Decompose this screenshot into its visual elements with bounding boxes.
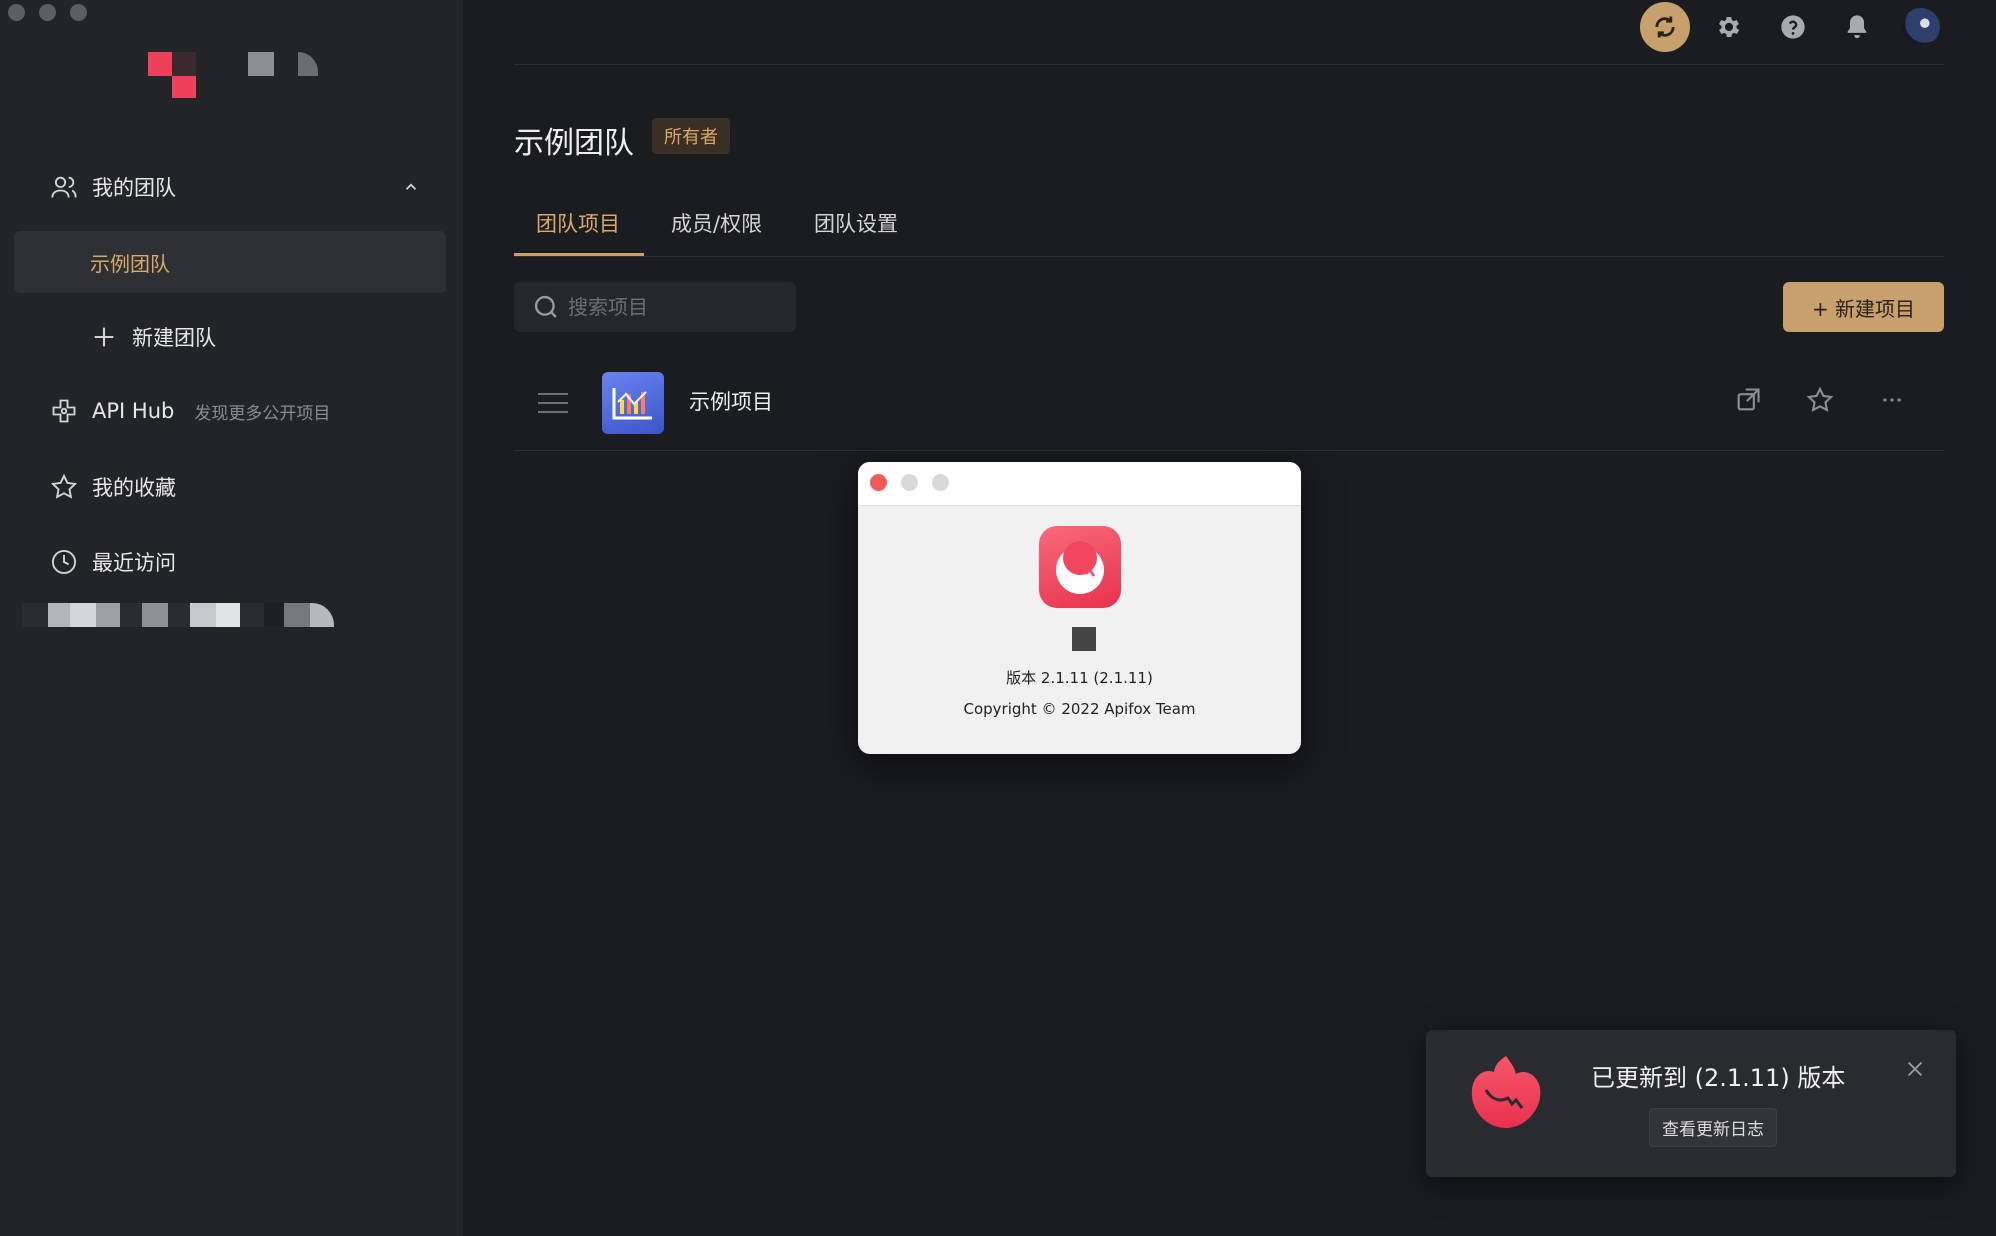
app-icon — [1039, 526, 1121, 608]
users-icon — [51, 176, 77, 198]
sync-button[interactable] — [1640, 2, 1690, 52]
sidebar-item-my-team[interactable]: 我的团队 — [50, 172, 176, 202]
sidebar-item-example-team[interactable]: 示例团队 — [14, 231, 446, 293]
view-changelog-button[interactable]: 查看更新日志 — [1649, 1108, 1777, 1147]
search-icon — [534, 295, 557, 318]
new-team-label: 新建团队 — [132, 326, 216, 350]
minimize-window-button[interactable] — [39, 4, 56, 21]
plus-icon — [94, 327, 114, 347]
sidebar-item-api-hub[interactable]: API Hub 发现更多公开项目 — [50, 397, 330, 425]
apifox-logo-icon — [1471, 1056, 1541, 1128]
maximize-dialog-button — [932, 474, 949, 491]
close-icon[interactable] — [1904, 1058, 1926, 1080]
active-tab-indicator — [514, 253, 644, 256]
about-dialog: 版本 2.1.11 (2.1.11) Copyright © 2022 Apif… — [858, 462, 1301, 754]
sidebar-item-label: 我的收藏 — [92, 476, 176, 500]
redacted-app-name — [1072, 627, 1096, 651]
project-search — [514, 282, 796, 332]
team-tabs: 团队项目 成员/权限 团队设置 — [514, 202, 1944, 257]
settings-button[interactable] — [1704, 2, 1754, 52]
api-hub-icon — [52, 399, 76, 423]
project-icon — [602, 372, 664, 434]
notifications-button[interactable] — [1832, 2, 1882, 52]
open-external-icon[interactable] — [1734, 386, 1762, 414]
sidebar: 我的团队 示例团队 新建团队 API Hub 发现更多公开项目 我的收藏 最近访… — [0, 0, 463, 1236]
sidebar-item-label: 我的团队 — [92, 176, 176, 200]
sidebar-item-favorites[interactable]: 我的收藏 — [50, 472, 176, 502]
avatar[interactable] — [1902, 8, 1940, 46]
page-title: 示例团队 — [514, 126, 634, 161]
more-icon[interactable] — [1878, 386, 1906, 414]
recent-item-redacted[interactable] — [22, 603, 334, 627]
sidebar-item-label: 示例团队 — [90, 252, 170, 276]
clock-icon — [51, 549, 77, 575]
sync-icon — [1655, 16, 1675, 38]
new-project-button[interactable]: + 新建项目 — [1783, 282, 1944, 332]
version-text: 版本 2.1.11 (2.1.11) — [1006, 669, 1153, 687]
project-name[interactable]: 示例项目 — [689, 386, 773, 416]
tab-team-settings[interactable]: 团队设置 — [814, 208, 898, 238]
help-button[interactable] — [1768, 2, 1818, 52]
new-team-button[interactable]: 新建团队 — [90, 322, 216, 352]
minimize-dialog-button — [901, 474, 918, 491]
question-icon — [1781, 15, 1805, 39]
bell-icon — [1847, 15, 1867, 39]
update-title: 已更新到 (2.1.11) 版本 — [1591, 1064, 1846, 1092]
owner-badge: 所有者 — [652, 118, 730, 154]
gear-icon — [1718, 16, 1740, 38]
sidebar-item-label: API Hub — [92, 399, 175, 423]
app-logo — [148, 52, 318, 98]
copyright-text: Copyright © 2022 Apifox Team — [963, 700, 1196, 718]
top-toolbar — [1640, 2, 1946, 52]
search-input[interactable] — [566, 294, 770, 320]
update-notification: 已更新到 (2.1.11) 版本 查看更新日志 — [1426, 1030, 1956, 1177]
header-divider — [514, 64, 1944, 65]
project-row[interactable]: 示例项目 — [514, 364, 1944, 451]
tab-team-projects[interactable]: 团队项目 — [536, 208, 620, 238]
star-icon — [50, 473, 78, 499]
tab-members[interactable]: 成员/权限 — [671, 208, 762, 238]
star-icon[interactable] — [1806, 386, 1834, 414]
maximize-window-button[interactable] — [70, 4, 87, 21]
drag-handle-icon[interactable] — [538, 393, 568, 420]
sidebar-item-label: 最近访问 — [92, 551, 176, 575]
close-window-button[interactable] — [8, 4, 25, 21]
window-controls — [8, 4, 87, 21]
sidebar-item-recent[interactable]: 最近访问 — [50, 547, 176, 577]
chevron-up-icon[interactable] — [402, 178, 420, 196]
api-hub-subtitle: 发现更多公开项目 — [194, 403, 331, 424]
about-titlebar — [858, 462, 1301, 506]
close-dialog-button[interactable] — [870, 474, 887, 491]
